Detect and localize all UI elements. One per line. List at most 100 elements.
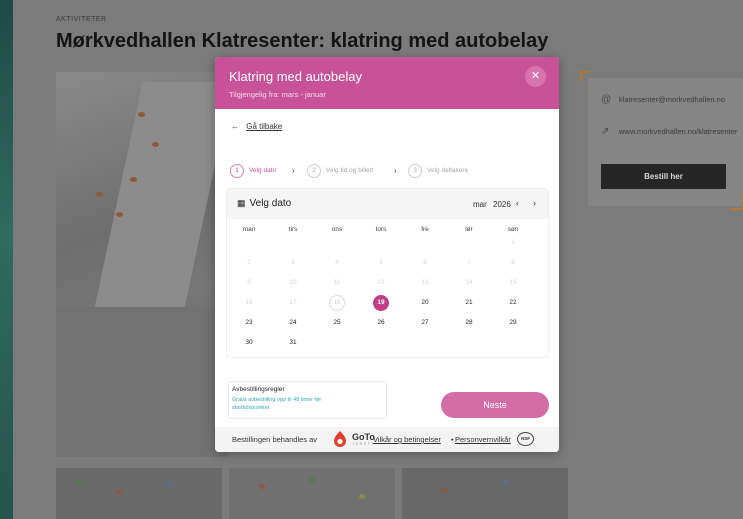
policy-title: Avbestillingsregler [232,386,285,393]
next-button[interactable]: Neste [441,392,549,418]
weekday-label: tors [375,226,387,233]
page-eyebrow: AKTIVITETER [56,16,107,23]
day-cell[interactable]: 21 [461,295,477,311]
day-cell: 6 [423,259,427,266]
modal-header: Klatring med autobelay Tilgjengelig fra:… [215,57,559,109]
back-link[interactable]: ← Gå tilbake [231,122,282,131]
day-cell: 17 [289,299,297,306]
website-link[interactable]: www.morkvedhallen.no/klatresenter [619,126,737,137]
day-cell: 11 [333,279,341,286]
day-cell[interactable]: 28 [461,315,477,331]
step-label: Velg dato [249,167,277,174]
wall-shape [89,82,228,332]
email-link[interactable]: klatresenter@morkvedhallen.no [619,94,737,105]
book-button[interactable]: Bestill her [601,164,726,189]
day-cell-selected[interactable]: 19 [373,295,389,311]
chevron-left-icon[interactable]: ‹ [516,198,519,208]
day-cell: 13 [421,279,429,286]
chevron-right-icon: › [292,166,295,175]
day-cell: 9 [247,279,251,286]
modal-title: Klatring med autobelay [229,69,362,84]
day-cell[interactable]: 27 [417,315,433,331]
modal-subtitle: Tilgjengelig fra: mars - januar [229,90,326,99]
decorative-corner [730,196,743,210]
weekday-label: lør [465,226,473,233]
floor-mat [56,307,228,457]
weekday-label: søn [507,226,519,233]
goto-logo-icon [334,431,346,447]
climbing-hold [259,484,265,489]
day-cell: 16 [245,299,253,306]
policy-text: Gratis avbestilling opp til 48 timer før… [232,397,322,411]
nsf-badge-icon: NSF [517,432,534,446]
day-cell[interactable]: 29 [505,315,521,331]
booking-modal: Klatring med autobelay Tilgjengelig fra:… [215,57,559,452]
day-cell[interactable]: 22 [505,295,521,311]
calendar-title: ▦ Velg dato [237,198,291,209]
terms-link[interactable]: Vilkår og betingelser [373,435,441,444]
step-label: Velg deltakere [427,167,469,174]
gallery-photo[interactable] [402,468,568,519]
day-cell: 1 [511,239,515,246]
calendar-title-label: Velg dato [249,198,292,209]
day-cell: 10 [289,279,297,286]
day-cell[interactable]: 25 [329,315,345,331]
arrow-left-icon: ← [231,122,239,131]
day-cell[interactable]: 31 [285,335,301,351]
year-selector[interactable]: 2026 [493,200,511,209]
weekday-label: ons [331,226,343,233]
climbing-hold [152,142,159,147]
weekday-label: tirs [288,226,298,233]
at-icon: @ [601,94,612,105]
processed-by-text: Bestillingen behandles av [232,435,318,444]
calendar-icon: ▦ [237,198,246,208]
share-arrow-icon: ⇗ [601,126,610,137]
close-icon[interactable]: ✕ [525,66,546,87]
climbing-hold [138,112,145,117]
goto-wordmark: GoTo [352,432,375,442]
left-edge-strip [0,0,13,519]
climbing-hold [359,494,365,499]
climbing-hold [309,478,315,483]
cancellation-policy: Avbestillingsregler Gratis avbestilling … [228,381,387,419]
day-cell[interactable]: 20 [417,295,433,311]
step-number: 3 [408,164,422,178]
day-cell: 14 [465,279,473,286]
climbing-hold [116,490,122,495]
step-label: Velg tid og billett [326,167,374,174]
goto-submark: I D R E T T [353,442,374,446]
contact-card: @ klatresenter@morkvedhallen.no ⇗ www.mo… [588,78,743,206]
chevron-right-icon: › [394,166,397,175]
climbing-hold [116,212,123,217]
day-cell: 4 [335,259,339,266]
footer-separator: • [451,435,454,444]
day-cell: 3 [291,259,295,266]
day-cell[interactable]: 23 [241,315,257,331]
climbing-hold [166,482,172,487]
day-cell[interactable]: 30 [241,335,257,351]
day-cell: 5 [379,259,383,266]
privacy-link[interactable]: Personvernvilkår [455,435,511,444]
chevron-right-icon[interactable]: › [533,198,536,208]
climbing-hold [96,192,103,197]
climbing-hold [502,480,508,485]
month-selector[interactable]: mar [473,200,487,209]
day-cell: 8 [511,259,515,266]
back-label[interactable]: Gå tilbake [246,122,282,131]
calendar-header: ▦ Velg dato mar 2026 ‹ › [227,189,548,219]
day-cell: 2 [247,259,251,266]
weekday-label: fre [421,226,429,233]
gallery-photo[interactable] [229,468,395,519]
weekday-label: man [242,226,256,233]
day-cell[interactable]: 26 [373,315,389,331]
day-cell[interactable]: 24 [285,315,301,331]
gallery-photo[interactable] [56,468,222,519]
climbing-hold [442,488,448,493]
day-cell: 12 [377,279,385,286]
day-cell: 18 [329,295,345,311]
climbing-hold [76,480,82,485]
day-cell: 15 [509,279,517,286]
step-number: 2 [307,164,321,178]
page-title: Mørkvedhallen Klatresenter: klatring med… [56,30,549,52]
date-calendar: ▦ Velg dato mar 2026 ‹ › man tirs ons tors fr… [226,188,549,358]
